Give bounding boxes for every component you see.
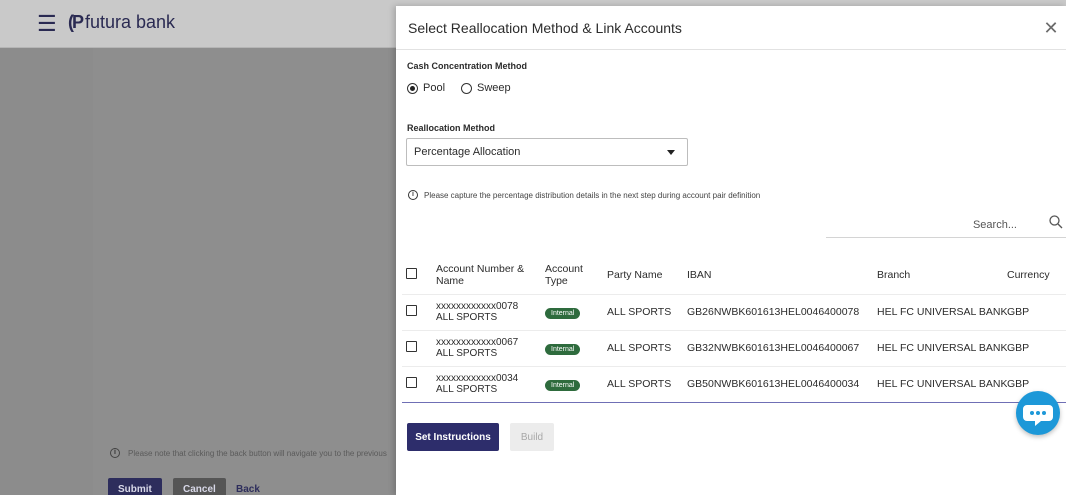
- currency: GBP: [1007, 330, 1066, 367]
- info-icon: i: [408, 190, 418, 200]
- percentage-info: i Please capture the percentage distribu…: [408, 190, 760, 200]
- account-type-badge: Internal: [545, 343, 581, 355]
- back-note: i Please note that clicking the back but…: [110, 448, 400, 458]
- close-icon[interactable]: ✕: [1042, 19, 1060, 38]
- table-header-row: Account Number & Name Account Type Party…: [402, 256, 1066, 295]
- chevron-down-icon: [667, 150, 675, 155]
- row-checkbox[interactable]: [406, 341, 417, 352]
- column-header-iban[interactable]: IBAN: [687, 256, 877, 295]
- back-note-text: Please note that clicking the back butto…: [128, 448, 387, 458]
- panel-title: Select Reallocation Method & Link Accoun…: [408, 19, 682, 36]
- chat-bubble-icon: [1023, 405, 1053, 426]
- search-box: [826, 212, 1066, 238]
- back-button[interactable]: Back: [236, 478, 270, 495]
- table-row: xxxxxxxxxxxx0067 ALL SPORTS Internal ALL …: [402, 330, 1066, 367]
- branch: HEL FC UNIVERSAL BANK: [877, 330, 1007, 367]
- table-row: xxxxxxxxxxxx0034 ALL SPORTS Internal ALL …: [402, 366, 1066, 403]
- column-header-party[interactable]: Party Name: [607, 256, 687, 295]
- build-button[interactable]: Build: [510, 423, 554, 451]
- sweep-radio[interactable]: [461, 82, 473, 94]
- reallocation-method-label: Reallocation Method: [407, 123, 496, 133]
- account-type-badge: Internal: [545, 379, 581, 391]
- menu-icon[interactable]: ☰: [37, 13, 57, 35]
- submit-button[interactable]: Submit: [108, 478, 162, 495]
- account-name: ALL SPORTS: [436, 312, 498, 323]
- iban: GB50NWBK601613HEL0046400034: [687, 366, 877, 403]
- reallocation-method-value: Percentage Allocation: [414, 146, 521, 158]
- column-header-branch[interactable]: Branch: [877, 256, 1007, 295]
- reallocation-method-select[interactable]: Percentage Allocation: [406, 138, 688, 166]
- search-input[interactable]: [826, 215, 1041, 235]
- select-all-checkbox[interactable]: [406, 267, 417, 279]
- account-number: xxxxxxxxxxxx0078: [436, 301, 519, 312]
- branch: HEL FC UNIVERSAL BANK: [877, 294, 1007, 331]
- column-header-type[interactable]: Account Type: [545, 256, 607, 295]
- cancel-button[interactable]: Cancel: [173, 478, 226, 495]
- set-instructions-button[interactable]: Set Instructions: [407, 423, 499, 451]
- reallocation-panel: Select Reallocation Method & Link Accoun…: [396, 6, 1066, 495]
- branch: HEL FC UNIVERSAL BANK: [877, 366, 1007, 403]
- row-checkbox[interactable]: [406, 305, 417, 316]
- account-number: xxxxxxxxxxxx0067: [436, 337, 519, 348]
- pool-radio[interactable]: [407, 82, 418, 94]
- percentage-info-text: Please capture the percentage distributi…: [424, 190, 761, 200]
- party-name: ALL SPORTS: [607, 294, 687, 331]
- table-row: xxxxxxxxxxxx0078 ALL SPORTS Internal ALL …: [402, 294, 1066, 331]
- brand-logo: (P futura bank: [68, 12, 175, 33]
- column-header-currency[interactable]: Currency: [1007, 256, 1066, 295]
- iban: GB26NWBK601613HEL0046400078: [687, 294, 877, 331]
- info-icon: i: [110, 448, 120, 458]
- row-checkbox[interactable]: [406, 377, 417, 388]
- search-icon[interactable]: [1049, 215, 1063, 229]
- main-background: [93, 48, 403, 495]
- account-type-badge: Internal: [545, 307, 581, 319]
- panel-header: Select Reallocation Method & Link Accoun…: [396, 6, 1066, 50]
- iban: GB32NWBK601613HEL0046400067: [687, 330, 877, 367]
- pool-radio-label[interactable]: Pool: [423, 82, 445, 94]
- account-name: ALL SPORTS: [436, 384, 498, 395]
- brand-name: futura bank: [85, 12, 176, 32]
- chatbot-icon[interactable]: [1016, 391, 1060, 435]
- sidebar-background: [0, 48, 93, 495]
- currency: GBP: [1007, 294, 1066, 331]
- cash-concentration-radio-group: Pool Sweep: [407, 82, 527, 94]
- column-header-account[interactable]: Account Number & Name: [436, 256, 545, 295]
- accounts-table: Account Number & Name Account Type Party…: [402, 256, 1066, 403]
- sweep-radio-label[interactable]: Sweep: [477, 82, 511, 94]
- party-name: ALL SPORTS: [607, 330, 687, 367]
- party-name: ALL SPORTS: [607, 366, 687, 403]
- account-name: ALL SPORTS: [436, 348, 498, 359]
- logo-mark-icon: (P: [68, 12, 84, 32]
- cash-concentration-label: Cash Concentration Method: [407, 61, 528, 71]
- account-number: xxxxxxxxxxxx0034: [436, 373, 519, 384]
